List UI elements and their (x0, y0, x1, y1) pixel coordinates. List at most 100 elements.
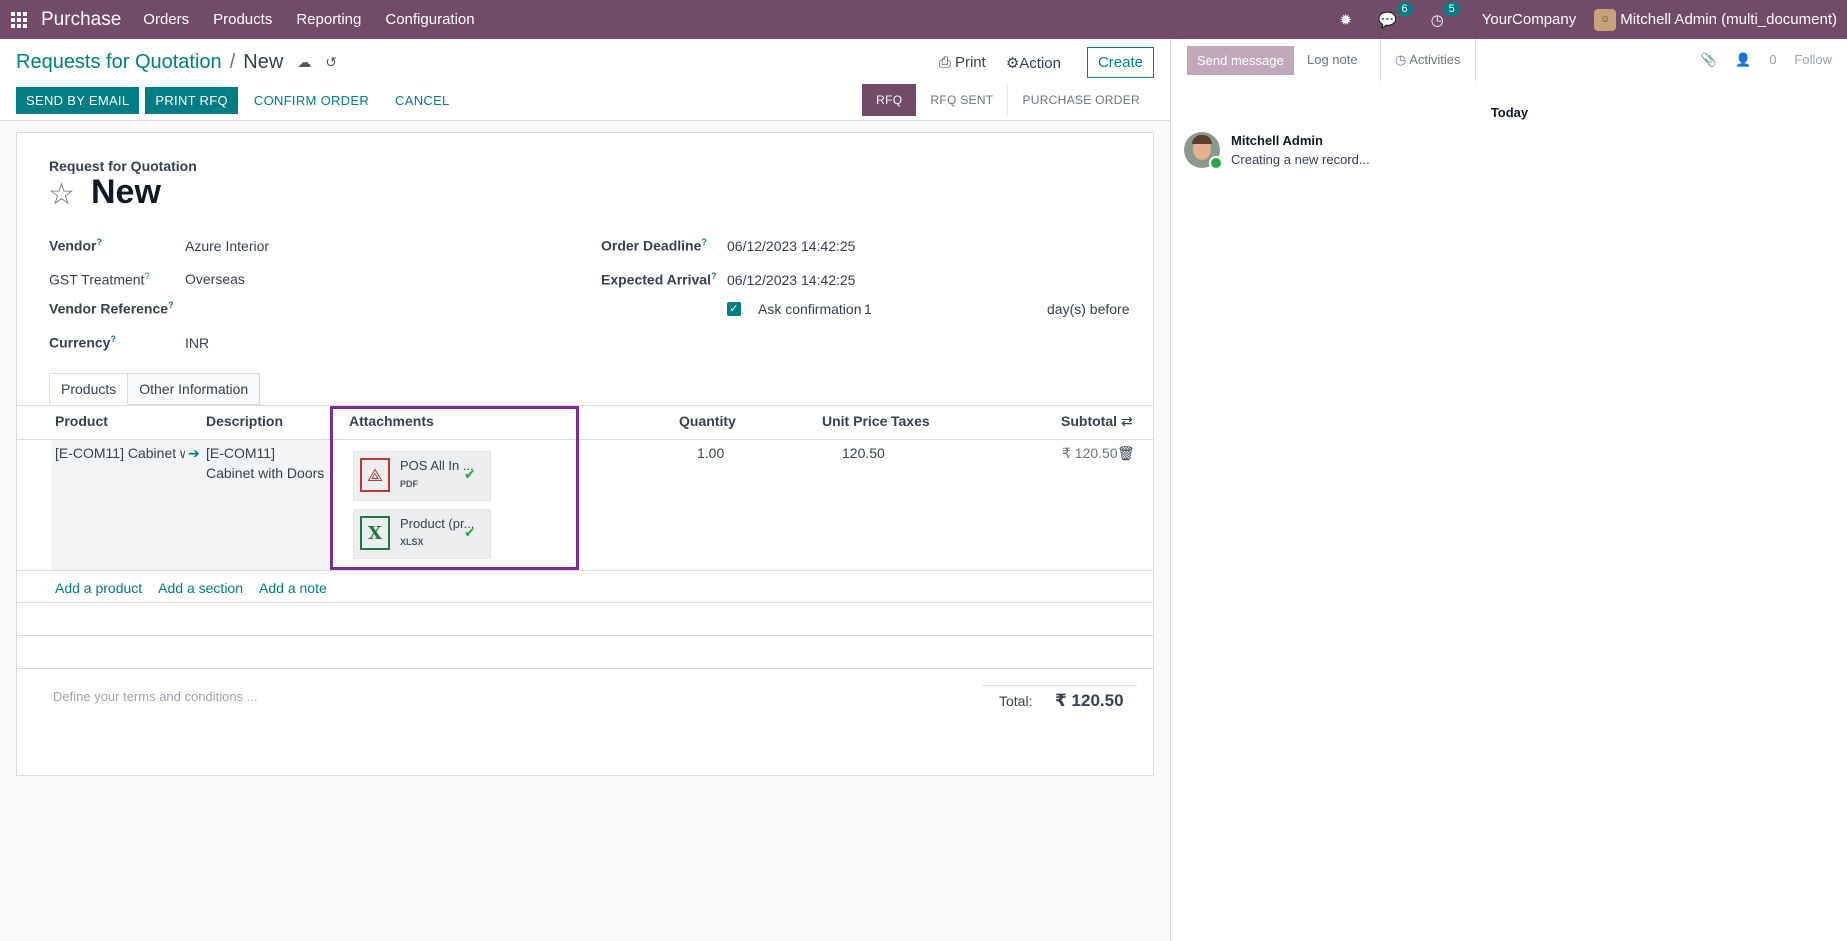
row-divider (17, 570, 1153, 571)
log-note-button[interactable]: Log note (1307, 52, 1358, 67)
unit-price-value[interactable]: 120.50 (842, 443, 885, 463)
total-label: Total: (999, 693, 1033, 709)
status-buttons: SEND BY EMAIL PRINT RFQ CONFIRM ORDER CA… (16, 87, 466, 114)
chatter-topbar: Send message Log note ◷ Activities 📎 👤 0 … (1171, 39, 1847, 81)
expected-arrival-label-text: Expected Arrival (601, 271, 711, 288)
tab-other-information[interactable]: Other Information (127, 373, 261, 405)
column-product[interactable]: Product (55, 413, 108, 429)
column-unit-price[interactable]: Unit Price (822, 413, 887, 429)
chatter-panel: Send message Log note ◷ Activities 📎 👤 0 … (1170, 39, 1847, 941)
activities-badge: 5 (1443, 1, 1460, 16)
followers-count: 0 (1769, 52, 1777, 67)
menu-reporting[interactable]: Reporting (296, 11, 361, 28)
add-section-link[interactable]: Add a section (158, 580, 243, 596)
breadcrumb-current: New (243, 51, 284, 73)
ask-confirmation-label: Ask confirmation (758, 301, 862, 317)
main-content: Requests for Quotation / New ☁ ↺ ⎙ Print… (0, 39, 1170, 941)
vendor-label: Vendor? (49, 237, 102, 254)
trash-icon[interactable]: 🗑 (1117, 443, 1135, 463)
paperclip-icon[interactable]: 📎 (1701, 52, 1717, 68)
attachment-xlsx[interactable]: X Product (pr... XLSX ✔ (353, 509, 491, 559)
attachment-pdf[interactable]: ⟁ POS All In ... PDF ✔ (353, 451, 491, 501)
control-panel: Requests for Quotation / New ☁ ↺ ⎙ Print… (0, 39, 1170, 121)
column-subtotal[interactable]: Subtotal (1061, 413, 1117, 429)
vendor-reference-label: Vendor Reference? (49, 300, 174, 317)
send-by-email-button[interactable]: SEND BY EMAIL (16, 87, 140, 114)
description-value[interactable]: [E-COM11] Cabinet with Doors (206, 443, 326, 483)
print-button[interactable]: ⎙ Print (939, 54, 986, 71)
expected-arrival-field[interactable]: 06/12/2023 14:42:25 (727, 272, 855, 288)
message-author[interactable]: Mitchell Admin (1231, 133, 1323, 148)
product-value[interactable]: [E-COM11] Cabinet wi (55, 443, 185, 463)
quantity-value[interactable]: 1.00 (697, 443, 724, 463)
confirm-order-button[interactable]: CONFIRM ORDER (244, 87, 379, 114)
menu-orders[interactable]: Orders (143, 11, 189, 28)
priority-star-icon[interactable]: ☆ (48, 177, 75, 212)
order-deadline-label: Order Deadline? (601, 237, 707, 254)
app-name[interactable]: Purchase (41, 9, 121, 31)
stage-purchase-order[interactable]: PURCHASE ORDER (1007, 84, 1154, 116)
status-bar: SEND BY EMAIL PRINT RFQ CONFIRM ORDER CA… (0, 81, 1170, 119)
cancel-button[interactable]: CANCEL (385, 87, 460, 114)
currency-field[interactable]: INR (185, 335, 209, 351)
activities-button[interactable]: ◷ Activities (1380, 39, 1476, 81)
breadcrumb: Requests for Quotation / New ☁ ↺ (16, 51, 337, 74)
table-divider (17, 405, 1153, 406)
activities-label: Activities (1409, 52, 1461, 67)
optional-columns-icon[interactable]: ⇄ (1121, 413, 1133, 430)
action-label: Action (1019, 54, 1061, 72)
breadcrumb-parent[interactable]: Requests for Quotation (16, 51, 222, 74)
form-subtitle: Request for Quotation (49, 158, 197, 174)
form-sheet: Request for Quotation ☆ New Vendor? Azur… (16, 132, 1154, 776)
stage-rfq-sent[interactable]: RFQ SENT (916, 84, 1007, 116)
gst-label-text: GST Treatment (49, 271, 145, 288)
vendor-field[interactable]: Azure Interior (185, 238, 269, 254)
column-quantity[interactable]: Quantity (679, 413, 736, 429)
user-menu[interactable]: ☺ Mitchell Admin (multi_document) (1594, 8, 1837, 31)
total-value: ₹ 120.50 (1055, 691, 1124, 710)
add-product-link[interactable]: Add a product (55, 580, 142, 596)
apps-menu-icon[interactable] (11, 11, 27, 28)
discard-undo-icon[interactable]: ↺ (325, 54, 337, 71)
currency-label: Currency? (49, 334, 116, 351)
column-description[interactable]: Description (206, 413, 283, 429)
bug-icon[interactable]: ✹ (1339, 11, 1352, 29)
order-deadline-label-text: Order Deadline (601, 237, 702, 254)
uploaded-check-icon: ✔ (464, 524, 476, 540)
company-switcher[interactable]: YourCompany (1482, 11, 1577, 28)
breadcrumb-separator: / (229, 51, 236, 73)
activities-clock-icon[interactable]: ◷ 5 (1431, 1, 1460, 29)
save-cloud-icon[interactable]: ☁ (297, 54, 311, 71)
add-note-link[interactable]: Add a note (259, 580, 327, 596)
stage-rfq[interactable]: RFQ (862, 84, 917, 116)
ask-confirmation-checkbox[interactable]: ✓ (727, 302, 741, 316)
messages-badge: 6 (1396, 1, 1413, 16)
user-avatar: ☺ (1594, 8, 1617, 31)
product-link-arrow-icon[interactable]: ➔ (188, 443, 200, 463)
xlsx-file-icon: X (360, 516, 390, 550)
print-label: Print (954, 54, 986, 71)
create-button[interactable]: Create (1086, 47, 1154, 78)
gst-treatment-field[interactable]: Overseas (185, 271, 245, 287)
send-message-button[interactable]: Send message (1187, 46, 1294, 75)
column-taxes[interactable]: Taxes (891, 413, 930, 429)
gst-label: GST Treatment? (49, 271, 150, 288)
print-rfq-button[interactable]: PRINT RFQ (145, 87, 238, 114)
tab-products[interactable]: Products (49, 373, 129, 405)
pdf-file-icon: ⟁ (360, 458, 390, 492)
terms-conditions-input[interactable]: Define your terms and conditions ... (53, 689, 258, 704)
stage-pipeline: RFQ RFQ SENT PURCHASE ORDER (862, 84, 1154, 116)
menu-products[interactable]: Products (213, 11, 272, 28)
top-navbar: Purchase Orders Products Reporting Confi… (0, 0, 1847, 39)
vendor-reference-field[interactable] (185, 300, 485, 318)
chatter-actions: 📎 👤 0 Follow (1683, 52, 1832, 68)
menu-configuration[interactable]: Configuration (385, 11, 474, 28)
empty-row-divider (17, 602, 1153, 603)
follow-button[interactable]: Follow (1794, 52, 1832, 68)
order-deadline-field[interactable]: 06/12/2023 14:42:25 (727, 238, 855, 254)
followers-button[interactable]: 👤 0 (1735, 52, 1776, 68)
ask-confirmation-days-input[interactable]: 1 (864, 301, 872, 317)
expected-arrival-label: Expected Arrival? (601, 271, 717, 288)
messages-icon[interactable]: 💬 6 (1378, 1, 1413, 29)
action-button[interactable]: ⚙Action (1006, 54, 1061, 72)
